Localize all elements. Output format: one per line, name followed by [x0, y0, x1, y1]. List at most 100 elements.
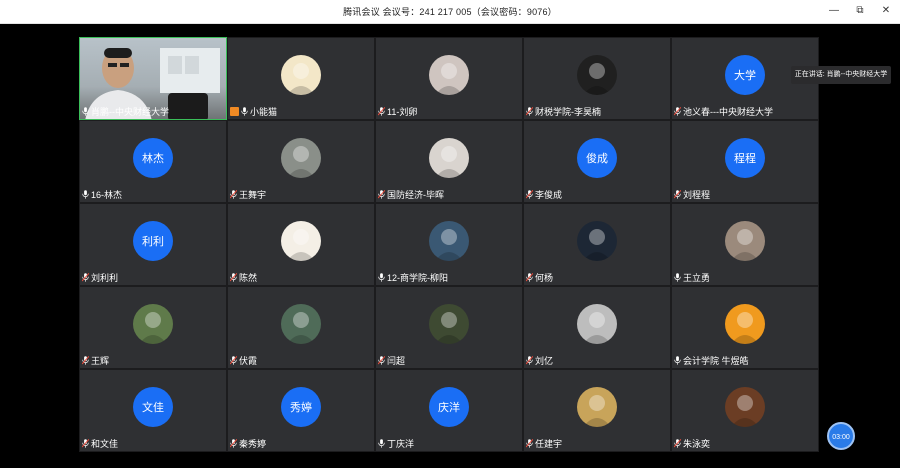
microphone-muted-icon: [81, 438, 90, 448]
participant-tile[interactable]: 林杰 16-林杰: [79, 120, 227, 203]
participant-name: 会计学院 牛煜皓: [683, 356, 749, 366]
participant-tile[interactable]: 程程刘程程: [671, 120, 819, 203]
participant-label: 肖鹏--中央财经大学: [82, 105, 169, 118]
participant-name: 朱泳奕: [683, 439, 711, 449]
avatar: 程程: [725, 138, 765, 178]
participant-label: 何杨: [525, 271, 554, 284]
avatar: 俊成: [577, 138, 617, 178]
microphone-muted-icon: [377, 189, 386, 199]
participant-tile[interactable]: 何杨: [523, 203, 671, 286]
participant-label: 朱泳奕: [673, 437, 711, 450]
participant-name: 何杨: [535, 273, 554, 283]
participant-tile[interactable]: 财税学院-李昊楠: [523, 37, 671, 120]
participant-tile[interactable]: 秀婷秦秀婷: [227, 369, 375, 452]
participant-tile[interactable]: 会计学院 牛煜皓: [671, 286, 819, 369]
participant-label: 财税学院-李昊楠: [525, 105, 601, 118]
participant-name: 财税学院-李昊楠: [535, 107, 601, 117]
microphone-muted-icon: [673, 438, 682, 448]
microphone-muted-icon: [673, 189, 682, 199]
avatar: [133, 304, 173, 344]
participant-name: 12-商学院-柳阳: [387, 273, 449, 283]
avatar: 秀婷: [281, 387, 321, 427]
participant-tile[interactable]: 俊成李俊成: [523, 120, 671, 203]
participant-label: 刘亿: [525, 354, 553, 367]
participant-label: 池义春---中央财经大学: [673, 105, 773, 118]
minimize-icon[interactable]: —: [828, 3, 840, 19]
participant-label: 陈然: [229, 271, 257, 284]
participant-tile[interactable]: 闫超: [375, 286, 523, 369]
participant-tile[interactable]: 利利 刘利利: [79, 203, 227, 286]
participant-name: 任建宇: [535, 439, 563, 449]
microphone-muted-icon: [81, 272, 90, 282]
participant-tile[interactable]: 朱泳奕: [671, 369, 819, 452]
avatar: [577, 55, 617, 95]
avatar: [725, 221, 765, 261]
participant-tile[interactable]: 伏霞: [227, 286, 375, 369]
participant-label: 王舞宇: [229, 188, 266, 201]
participant-label: 任建宇: [525, 437, 563, 450]
microphone-muted-icon: [525, 106, 534, 116]
participant-label: 11-刘卵: [377, 105, 418, 118]
participant-tile[interactable]: 王立勇: [671, 203, 819, 286]
restore-icon[interactable]: ⧉: [854, 3, 866, 19]
participant-tile[interactable]: 文佳和文佳: [79, 369, 227, 452]
microphone-muted-icon: [229, 189, 238, 199]
microphone-icon: [378, 439, 385, 448]
participant-label: 闫超: [377, 354, 406, 367]
avatar: 庆洋: [429, 387, 469, 427]
participant-tile[interactable]: 小能猫: [227, 37, 375, 120]
avatar: [725, 387, 765, 427]
participant-tile[interactable]: 国防经济-毕晖: [375, 120, 523, 203]
participant-label: 王辉: [81, 354, 109, 367]
avatar: [281, 221, 321, 261]
participant-label: 李俊成: [525, 188, 563, 201]
participant-name: 和文佳: [91, 439, 119, 449]
timer-button[interactable]: 03:00: [827, 422, 855, 450]
participant-name: 伏霞: [239, 356, 258, 366]
participant-name: 11-刘卵: [387, 107, 418, 117]
participant-tile[interactable]: 庆洋 丁庆洋: [375, 369, 523, 452]
avatar: [281, 304, 321, 344]
participant-tile[interactable]: 王舞宇: [227, 120, 375, 203]
avatar: [429, 55, 469, 95]
participant-name: 池义春---中央财经大学: [683, 107, 773, 117]
avatar: 文佳: [133, 387, 173, 427]
microphone-icon: [674, 356, 681, 365]
microphone-icon: [82, 107, 89, 116]
participant-tile[interactable]: 11-刘卵: [375, 37, 523, 120]
microphone-muted-icon: [229, 272, 238, 282]
microphone-muted-icon: [81, 355, 90, 365]
microphone-icon: [674, 273, 681, 282]
participant-name: 秦秀婷: [239, 439, 267, 449]
avatar: [429, 138, 469, 178]
avatar: [429, 221, 469, 261]
microphone-muted-icon: [525, 355, 534, 365]
speaking-indicator: 正在讲话: 肖鹏--中央财经大学: [791, 66, 891, 84]
participant-name: 王立勇: [683, 273, 711, 283]
avatar: [429, 304, 469, 344]
participant-label: 伏霞: [229, 354, 258, 367]
participant-tile[interactable]: 刘亿: [523, 286, 671, 369]
participant-label: 16-林杰: [82, 188, 122, 201]
participant-label: 王立勇: [674, 271, 710, 284]
avatar: [725, 304, 765, 344]
participant-tile[interactable]: 陈然: [227, 203, 375, 286]
microphone-muted-icon: [229, 355, 238, 365]
participant-name: 16-林杰: [91, 190, 123, 200]
participant-name: 刘程程: [683, 190, 711, 200]
participant-name: 肖鹏--中央财经大学: [91, 107, 169, 117]
participant-name: 李俊成: [535, 190, 563, 200]
participant-label: 和文佳: [81, 437, 119, 450]
participant-tile[interactable]: 任建宇: [523, 369, 671, 452]
participant-label: 刘程程: [673, 188, 711, 201]
participant-tile[interactable]: 王辉: [79, 286, 227, 369]
participant-grid: 肖鹏--中央财经大学 小能猫 11-刘卵 财税学院-李昊楠 大学 池义春---中央财经大学…: [79, 37, 820, 452]
participant-tile[interactable]: 肖鹏--中央财经大学: [79, 37, 227, 120]
avatar: [281, 138, 321, 178]
avatar: [281, 55, 321, 95]
close-icon[interactable]: ✕: [880, 3, 892, 19]
microphone-muted-icon: [525, 438, 534, 448]
participant-tile[interactable]: 12-商学院-柳阳: [375, 203, 523, 286]
microphone-muted-icon: [377, 355, 386, 365]
participant-name: 闫超: [387, 356, 406, 366]
